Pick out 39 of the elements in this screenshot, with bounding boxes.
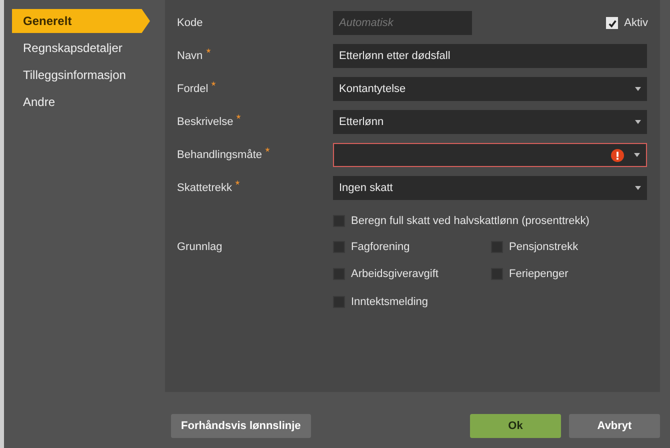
dropdown[interactable] [333, 143, 647, 167]
sidebar-tab[interactable]: Tilleggsinformasjon [12, 63, 150, 87]
check-icon [608, 18, 617, 28]
field-label: Beskrivelse [177, 114, 234, 130]
checkbox[interactable] [491, 268, 503, 280]
checkbox[interactable] [491, 240, 503, 253]
checkbox-option[interactable]: Fagforening [333, 238, 491, 255]
sidebar-tab[interactable]: Regnskapsdetaljer [12, 36, 150, 60]
caret-icon [635, 87, 641, 91]
checkbox-option[interactable]: Pensjonstrekk [491, 238, 578, 255]
field-label: Fordel [177, 82, 208, 97]
field-label: Skattetrekk [177, 180, 232, 196]
checkbox[interactable] [333, 215, 345, 228]
checkbox-option[interactable]: Inntektsmelding [333, 294, 491, 310]
caret-icon [635, 186, 641, 190]
checkbox-option[interactable]: Aktiv [606, 14, 648, 32]
field-label: Kode [177, 16, 203, 31]
checkbox[interactable] [333, 240, 345, 253]
dropdown[interactable]: Ingen skatt [333, 176, 647, 200]
caret-icon [635, 120, 641, 124]
checkbox[interactable] [333, 296, 345, 308]
action-button[interactable]: Forhåndsvis lønnslinje [171, 414, 311, 438]
error-icon [611, 148, 624, 162]
field-label: Navn [177, 48, 203, 64]
text-field[interactable]: Etterlønn etter dødsfall [333, 44, 647, 68]
sidebar-tab[interactable]: Generelt [12, 9, 150, 33]
dropdown[interactable]: Etterlønn [333, 110, 647, 134]
action-button[interactable]: Ok [470, 414, 561, 438]
checkbox-option[interactable]: Beregn full skatt ved halvskattlønn (prosenttrekk) [333, 213, 660, 230]
checkbox-option[interactable]: Feriepenger [491, 266, 578, 282]
checkbox[interactable] [606, 17, 618, 29]
caret-icon [634, 153, 640, 157]
checkbox-option[interactable]: Arbeidsgiveravgift [333, 266, 491, 282]
checkbox[interactable] [333, 268, 345, 280]
action-button[interactable]: Avbryt [569, 414, 660, 438]
dropdown[interactable]: Kontantytelse [333, 77, 647, 101]
field-label: Grunnlag [177, 240, 224, 254]
field-label: Behandlingsmåte [177, 148, 262, 163]
sidebar-tab[interactable]: Andre [12, 90, 150, 114]
